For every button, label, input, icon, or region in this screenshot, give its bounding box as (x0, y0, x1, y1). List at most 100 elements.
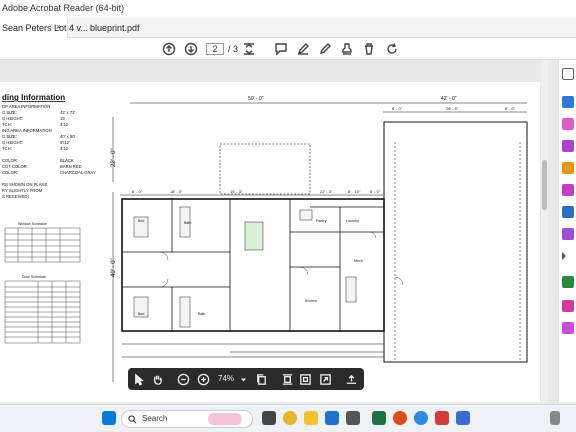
scrollbar-thumb[interactable] (542, 160, 547, 210)
main-toolbar: 2 / 3 (0, 38, 576, 60)
chevron-down-icon (240, 377, 246, 381)
window-schedule-table (4, 227, 81, 263)
expand-icon (319, 373, 331, 385)
color-value: CHARCOAL GRAY (60, 170, 96, 175)
pencil-icon (319, 43, 331, 55)
comment-tool-icon[interactable] (562, 162, 574, 174)
acrobat-icon[interactable] (435, 411, 449, 425)
collapse-panel-icon[interactable] (562, 68, 574, 80)
scan-icon[interactable] (562, 276, 574, 288)
zoom-level[interactable]: 74% (218, 374, 234, 383)
page-number-input[interactable]: 2 (206, 43, 224, 55)
combine-files-icon[interactable] (562, 140, 574, 152)
windows-start-icon[interactable] (102, 411, 116, 425)
tab-label: blueprint.pdf (90, 23, 140, 33)
page-total: / 3 (228, 44, 239, 54)
note-line: RS SHOWN ON PLANS (2, 182, 48, 187)
dimension-label: 8' - 0" (505, 106, 516, 111)
protect-icon[interactable] (562, 300, 574, 312)
next-page-button[interactable] (182, 40, 200, 58)
room-label: Pantry (316, 219, 327, 223)
dimension-label: 22' - 3" (320, 189, 333, 194)
stamp-icon (342, 43, 352, 55)
fill-sign-icon[interactable] (562, 228, 574, 240)
fit-width-button[interactable] (278, 370, 296, 388)
info-value: 15' (60, 116, 66, 121)
blueprint-drawing: ding Information OP AREA INFORMATION G S… (2, 93, 528, 382)
create-pdf-icon[interactable] (562, 118, 574, 130)
zoom-in-button[interactable] (194, 370, 212, 388)
store-icon[interactable] (346, 411, 360, 425)
vertical-scrollbar[interactable] (541, 60, 548, 402)
info-line: G HEIGHT: (2, 116, 23, 121)
dimension-label: 50' - 0" (248, 96, 264, 102)
pen-icon (297, 43, 309, 55)
file-explorer-icon[interactable] (304, 411, 318, 425)
edit-pdf-icon[interactable] (562, 96, 574, 108)
draw-button[interactable] (316, 40, 334, 58)
close-tab-icon[interactable]: × (56, 22, 61, 32)
right-tools-panel (558, 60, 576, 402)
room-label: Bath (198, 312, 205, 316)
read-mode-button[interactable] (342, 370, 360, 388)
note-line: S RECEIVED) (2, 194, 29, 199)
show-hidden-icons[interactable] (550, 411, 560, 425)
dimension-label: 18' - 0" (170, 189, 183, 194)
hand-icon (153, 375, 162, 385)
fit-page-button[interactable] (240, 40, 258, 58)
zoom-in-icon (197, 373, 209, 385)
organize-pages-icon[interactable] (562, 184, 574, 196)
rotate-button[interactable] (383, 40, 401, 58)
dimension-label: 8' - 10" (348, 189, 361, 194)
delete-button[interactable] (360, 40, 378, 58)
search-placeholder: Search (142, 414, 168, 423)
export-pdf-icon[interactable] (562, 206, 574, 218)
firefox-icon[interactable] (393, 411, 407, 425)
info-line: OP AREA INFORMATION (2, 104, 50, 109)
hand-tool-button[interactable] (148, 370, 166, 388)
page-thumbnail-button[interactable] (252, 370, 270, 388)
note-line: RY SLIGHTLY FROM (2, 188, 43, 193)
stamp-button[interactable] (338, 40, 356, 58)
more-tools-icon[interactable] (562, 322, 574, 334)
info-line: TCH: (2, 122, 12, 127)
mail-icon[interactable] (325, 411, 339, 425)
zoom-dropdown-button[interactable] (234, 370, 252, 388)
room-label: Bed (138, 219, 144, 223)
taskbar-search-box[interactable]: Search (121, 410, 253, 428)
color-line: COLOR: (2, 158, 18, 163)
dimension-label: 40' - 0" (111, 258, 117, 277)
highlight-button[interactable] (294, 40, 312, 58)
task-view-icon[interactable] (262, 411, 276, 425)
edge-icon[interactable] (414, 411, 428, 425)
teams-icon[interactable] (456, 411, 470, 425)
rotate-icon (387, 43, 397, 54)
comment-button[interactable] (272, 40, 290, 58)
previous-page-button[interactable] (160, 40, 178, 58)
document-area[interactable]: ding Information OP AREA INFORMATION G S… (0, 60, 548, 402)
full-screen-button[interactable] (316, 370, 334, 388)
color-line: COT COLOR: (2, 164, 28, 169)
expand-panel-icon[interactable] (562, 252, 566, 260)
arrow-up-circle-icon (162, 42, 176, 56)
window-title: Adobe Acrobat Reader (64-bit) (2, 3, 125, 13)
info-value: 4:12 (60, 146, 69, 151)
porch-outline (219, 143, 311, 195)
excel-icon[interactable] (372, 411, 386, 425)
zoom-out-button[interactable] (174, 370, 192, 388)
dimension-label: 26' - 0" (446, 106, 459, 111)
upload-icon (346, 374, 356, 384)
room-label: Bed (138, 312, 144, 316)
dimension-label: 8' - 0" (392, 106, 403, 111)
fit-page-view-button[interactable] (296, 370, 314, 388)
tab-blueprint[interactable]: blueprint.pdf (90, 18, 160, 38)
info-value: 40' x 50' (60, 134, 76, 139)
fit-page-icon (244, 43, 254, 55)
window-schedule-title: Window Schedule (18, 222, 47, 226)
tab-sean-peters[interactable]: Sean Peters Lot 4 v... × (0, 18, 88, 38)
info-value: 4:12 (60, 122, 69, 127)
room-label: Mech (354, 259, 363, 263)
color-value: BLACK (60, 158, 74, 163)
select-tool-button[interactable] (130, 370, 148, 388)
chrome-icon[interactable] (283, 411, 297, 425)
